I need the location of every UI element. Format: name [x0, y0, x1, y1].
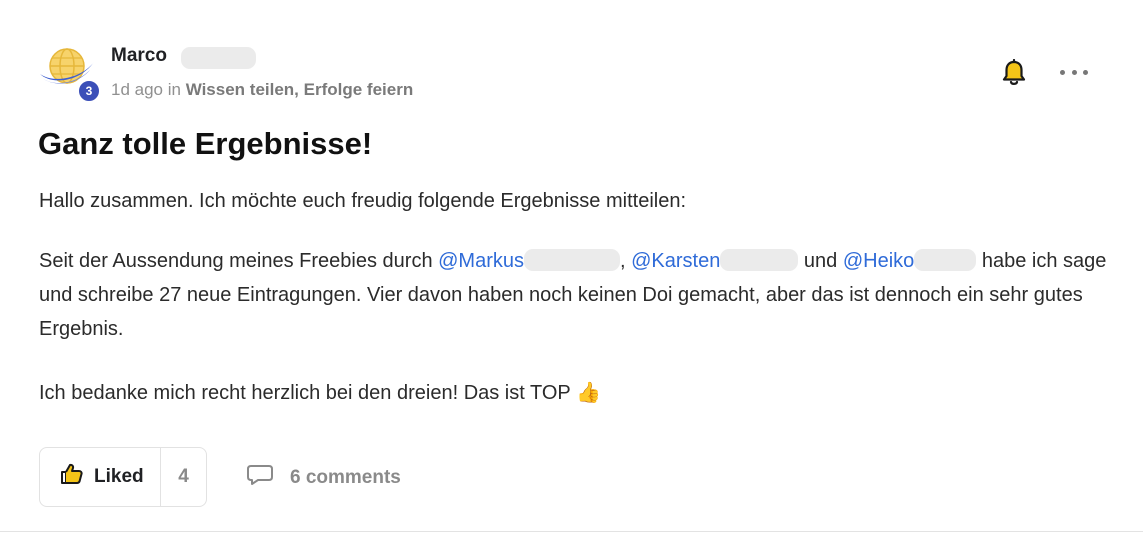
comment-icon [246, 463, 274, 493]
post-paragraph-1: Hallo zusammen. Ich möchte euch freudig … [39, 190, 687, 212]
post-meta: 1d ago in Wissen teilen, Erfolge feiern [111, 80, 413, 100]
like-button[interactable]: Liked [40, 448, 161, 506]
group-link[interactable]: Wissen teilen, Erfolge feiern [186, 80, 414, 99]
author-name[interactable]: Marco [111, 45, 167, 67]
comments-label: 6 comments [290, 467, 401, 488]
paragraph-text: , [620, 250, 632, 272]
redacted-surname [181, 47, 256, 69]
post-time: 1d ago in [111, 80, 186, 99]
post-paragraph-2: Seit der Aussendung meines Freebies durc… [39, 244, 1109, 346]
bell-icon[interactable] [1001, 58, 1027, 87]
post-paragraph-3: Ich bedanke mich recht herzlich bei den … [39, 376, 1109, 410]
more-options-icon[interactable] [1060, 62, 1088, 82]
post-title: Ganz tolle Ergebnisse! [38, 126, 373, 161]
like-label: Liked [94, 466, 144, 487]
paragraph-text: und [798, 250, 843, 272]
post-card: 3 Marco 1d ago in Wissen teilen, Erfolge… [0, 0, 1143, 537]
mention-link[interactable]: @Karsten [631, 250, 720, 272]
redacted-name [720, 249, 799, 272]
like-count[interactable]: 4 [161, 448, 206, 506]
thumbs-up-icon [60, 463, 84, 491]
mention-link[interactable]: @Markus [438, 250, 524, 272]
paragraph-text: Ich bedanke mich recht herzlich bei den … [39, 382, 576, 404]
divider [0, 531, 1143, 532]
avatar[interactable]: 3 [38, 44, 101, 103]
comments-button[interactable]: 6 comments [246, 464, 401, 492]
like-control: Liked 4 [39, 447, 207, 507]
level-badge: 3 [77, 79, 101, 103]
thumbs-up-emoji: 👍 [575, 382, 601, 404]
mention-link[interactable]: @Heiko [843, 250, 914, 272]
redacted-name [524, 249, 620, 272]
redacted-name [914, 249, 977, 272]
paragraph-text: Seit der Aussendung meines Freebies durc… [39, 250, 439, 272]
